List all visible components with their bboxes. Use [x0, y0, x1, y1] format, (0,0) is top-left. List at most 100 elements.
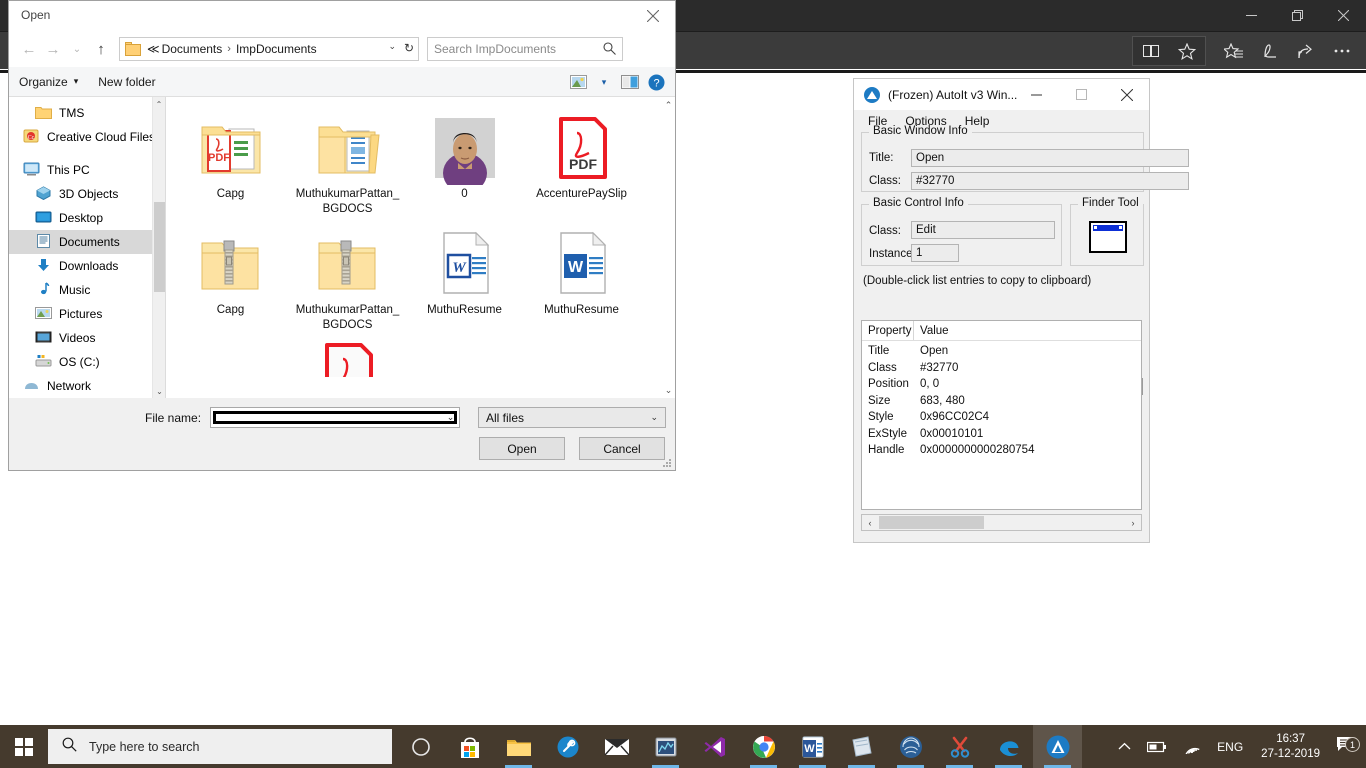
view-chevron-down-icon[interactable]: ▾ [591, 67, 617, 97]
autoit-list-horizontal-scrollbar[interactable]: ‹ › [861, 514, 1142, 531]
sidebar-item-documents[interactable]: Documents [9, 230, 165, 254]
table-row[interactable]: Class #32770 [862, 360, 1141, 377]
autoit-maximize-button[interactable] [1059, 79, 1104, 110]
share-icon[interactable] [1288, 36, 1324, 66]
file-explorer-icon[interactable] [494, 725, 543, 768]
search-input[interactable]: Search ImpDocuments [427, 37, 623, 61]
file-item[interactable]: MuthukumarPattan_BGDOCS [289, 221, 406, 337]
file-item[interactable]: W MuthuResume [406, 221, 523, 337]
microsoft-store-icon[interactable] [445, 725, 494, 768]
favorites-star-icon[interactable] [1169, 36, 1205, 66]
file-scroll-track[interactable] [662, 113, 675, 382]
up-button[interactable]: ↑ [89, 36, 113, 62]
help-icon[interactable]: ? [643, 67, 669, 97]
settings-tool-icon[interactable] [543, 725, 592, 768]
start-button[interactable] [0, 725, 48, 768]
dialog-close-button[interactable] [630, 1, 675, 31]
recent-locations-chevron-icon[interactable]: ⌄ [65, 36, 89, 62]
action-center-icon[interactable]: 1 [1330, 735, 1366, 758]
file-scroll-down-icon[interactable]: ⌄ [662, 382, 675, 398]
snipping-tool-icon[interactable] [935, 725, 984, 768]
table-row[interactable]: Position 0, 0 [862, 376, 1141, 393]
file-name-input[interactable]: ⌄ [210, 407, 460, 428]
language-indicator[interactable]: ENG [1209, 740, 1251, 754]
open-button[interactable]: Open [479, 437, 565, 460]
new-folder-button[interactable]: New folder [88, 67, 165, 97]
hscroll-thumb[interactable] [879, 516, 984, 529]
sidebar-item-videos[interactable]: Videos [9, 326, 165, 350]
uipath-icon[interactable] [886, 725, 935, 768]
sidebar-item-network[interactable]: Network [9, 374, 165, 398]
window-class-field[interactable]: #32770 [911, 172, 1189, 190]
edge-minimize-button[interactable] [1228, 0, 1274, 31]
file-name-input-value[interactable] [213, 411, 457, 424]
refresh-icon[interactable]: ↻ [404, 41, 414, 55]
file-list-scrollbar[interactable]: ⌃ ⌄ [662, 97, 675, 398]
window-title-field[interactable]: Open [911, 149, 1189, 167]
microsoft-word-icon[interactable]: W [788, 725, 837, 768]
show-hidden-icons-chevron-up-icon[interactable] [1110, 742, 1139, 751]
organize-button[interactable]: Organize ▾ [9, 67, 88, 97]
sidebar-item-tms[interactable]: TMS [9, 101, 165, 125]
autoit-minimize-button[interactable] [1014, 79, 1059, 110]
preview-pane-icon[interactable] [617, 67, 643, 97]
microsoft-edge-icon[interactable] [984, 725, 1033, 768]
task-manager-icon[interactable] [641, 725, 690, 768]
hscroll-left-arrow-icon[interactable]: ‹ [862, 515, 878, 530]
taskbar-search-box[interactable]: Type here to search [48, 729, 392, 764]
nav-scroll-down-icon[interactable]: ⌄ [153, 384, 165, 398]
breadcrumb-impdocuments[interactable]: ImpDocuments [235, 42, 318, 56]
breadcrumb-documents[interactable]: Documents [161, 42, 224, 56]
finder-tool-target[interactable] [1089, 221, 1127, 253]
file-item-partial[interactable] [289, 337, 406, 381]
table-row[interactable]: ExStyle 0x00010101 [862, 426, 1141, 443]
sticky-notes-icon[interactable] [837, 725, 886, 768]
sidebar-item-this-pc[interactable]: This PC [9, 158, 165, 182]
visual-studio-code-icon[interactable] [690, 725, 739, 768]
web-notes-pen-icon[interactable] [1252, 36, 1288, 66]
nav-scroll-thumb[interactable] [154, 202, 165, 292]
control-class-field[interactable]: Edit [911, 221, 1055, 239]
cortana-icon[interactable] [396, 725, 445, 768]
sidebar-item-os-c[interactable]: OS (C:) [9, 350, 165, 374]
battery-icon[interactable] [1139, 741, 1175, 753]
file-item[interactable]: MuthukumarPattan_BGDOCS [289, 105, 406, 221]
cancel-button[interactable]: Cancel [579, 437, 665, 460]
more-options-icon[interactable] [1324, 36, 1360, 66]
file-item[interactable]: 0 [406, 105, 523, 221]
table-row[interactable]: Size 683, 480 [862, 393, 1141, 410]
file-name-chevron-down-icon[interactable]: ⌄ [442, 408, 459, 427]
wifi-icon[interactable] [1175, 740, 1209, 754]
autoit-property-list[interactable]: Property Value Title Open Class #32770 P… [861, 320, 1142, 510]
view-layout-icon[interactable] [565, 67, 591, 97]
favorites-list-icon[interactable] [1216, 36, 1252, 66]
file-type-filter-select[interactable]: All files ⌄ [478, 407, 666, 428]
resize-grip-icon[interactable] [662, 458, 672, 468]
control-instance-field[interactable]: 1 [911, 244, 959, 262]
table-row[interactable]: Title Open [862, 343, 1141, 360]
mail-icon[interactable] [592, 725, 641, 768]
sidebar-item-creative-cloud-files[interactable]: Cc Creative Cloud Files [9, 125, 165, 149]
sidebar-item-3d-objects[interactable]: 3D Objects [9, 182, 165, 206]
sidebar-item-pictures[interactable]: Pictures [9, 302, 165, 326]
clock[interactable]: 16:37 27-12-2019 [1251, 732, 1330, 762]
sidebar-item-desktop[interactable]: Desktop [9, 206, 165, 230]
file-scroll-up-icon[interactable]: ⌃ [662, 97, 675, 113]
address-dropdown-chevron-icon[interactable]: ⌄ [388, 41, 396, 52]
file-item[interactable]: Capg [172, 221, 289, 337]
back-button[interactable]: ← [17, 36, 41, 62]
navigation-pane-scrollbar[interactable]: ⌃ ⌄ [152, 97, 165, 398]
autoit-close-button[interactable] [1104, 79, 1149, 110]
edge-close-button[interactable] [1320, 0, 1366, 31]
edge-restore-button[interactable] [1274, 0, 1320, 31]
reading-view-icon[interactable] [1133, 36, 1169, 66]
file-item[interactable]: W MuthuResume [523, 221, 640, 337]
sidebar-item-music[interactable]: Music [9, 278, 165, 302]
forward-button[interactable]: → [41, 36, 65, 62]
nav-scroll-up-icon[interactable]: ⌃ [153, 97, 165, 111]
table-row[interactable]: Style 0x96CC02C4 [862, 409, 1141, 426]
autoit-icon[interactable] [1033, 725, 1082, 768]
table-row[interactable]: Handle 0x0000000000280754 [862, 442, 1141, 459]
address-bar[interactable]: ≪ Documents › ImpDocuments ⌄ ↻ [119, 37, 419, 61]
hscroll-right-arrow-icon[interactable]: › [1125, 515, 1141, 530]
